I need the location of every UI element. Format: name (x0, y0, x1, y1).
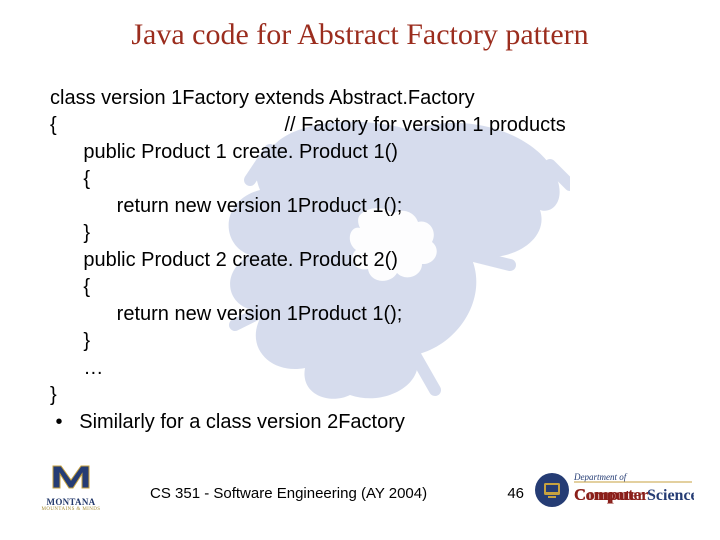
code-block: class version 1Factory extends Abstract.… (50, 85, 670, 436)
msu-tagline: MOUNTAINS & MINDS (35, 507, 107, 512)
code-line: class version 1Factory extends Abstract.… (50, 85, 670, 436)
msu-name: MONTANA (35, 497, 107, 507)
svg-text:Computer: Computer (574, 487, 644, 504)
svg-text:Science: Science (647, 487, 694, 504)
svg-text:Department of: Department of (573, 472, 628, 482)
course-footer-text: CS 351 - Software Engineering (AY 2004) (150, 485, 427, 502)
slide: Java code for Abstract Factory pattern c… (0, 0, 720, 540)
footer: MONTANA MOUNTAINS & MINDS CS 351 - Softw… (0, 460, 720, 520)
page-number: 46 (507, 485, 524, 502)
msu-m-icon (51, 460, 91, 490)
msu-logo: MONTANA MOUNTAINS & MINDS (35, 460, 107, 512)
cs-department-logo: Department of Computer Computer Science (534, 466, 694, 514)
slide-title: Java code for Abstract Factory pattern (0, 18, 720, 52)
